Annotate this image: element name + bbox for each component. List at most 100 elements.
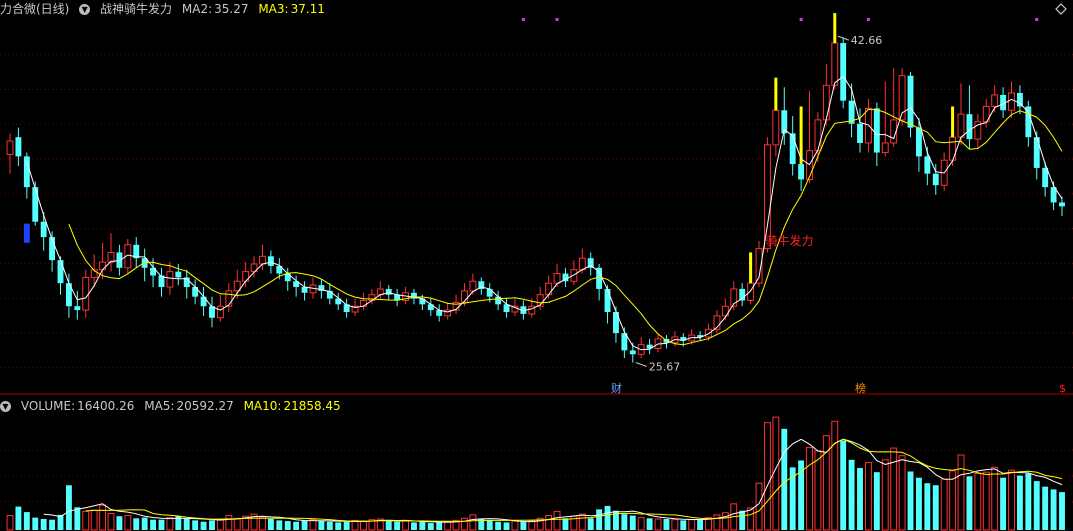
volume-bar xyxy=(343,521,350,530)
volume-bar xyxy=(713,514,721,531)
volume-bar xyxy=(974,473,982,531)
volume-bar xyxy=(150,519,157,530)
candle-body xyxy=(1016,93,1023,107)
volume-bar xyxy=(49,519,56,530)
volume-bar xyxy=(957,454,965,531)
volume-bar xyxy=(394,521,401,530)
volume-bar xyxy=(436,522,443,530)
volume-bar xyxy=(495,521,502,530)
event-mark: $ xyxy=(1059,382,1066,395)
volume-bar xyxy=(192,520,199,530)
chevron-down-icon[interactable]: ▼ xyxy=(79,4,91,15)
volume-bar xyxy=(116,516,123,530)
volume-bar xyxy=(107,512,115,531)
volume-value: 16400.26 xyxy=(77,399,135,413)
volume-bar xyxy=(1008,469,1015,531)
volume-bar xyxy=(755,482,763,531)
highlight-bar xyxy=(23,223,30,243)
volume-bar xyxy=(898,455,906,531)
candles[interactable] xyxy=(6,13,1065,363)
volume-bars[interactable] xyxy=(6,416,1065,531)
volume-bar xyxy=(763,422,771,531)
volume-bar xyxy=(578,513,586,531)
volume-bar xyxy=(604,505,611,530)
volume-label[interactable]: VOLUME: xyxy=(21,399,75,413)
kline-chart[interactable]: 42.66 25.67 骑牛发力财 榜 $ xyxy=(0,0,1073,531)
volume-bar xyxy=(57,514,64,530)
volume-bar xyxy=(697,518,704,530)
volume-bar xyxy=(402,519,409,531)
settings-diamond-icon[interactable] xyxy=(1055,3,1067,15)
volume-bar xyxy=(411,522,417,530)
volume-bar xyxy=(90,509,98,531)
candle-body xyxy=(1025,106,1032,138)
volume-bar xyxy=(654,518,662,531)
volume-bar xyxy=(284,521,291,530)
volume-bar xyxy=(520,521,527,530)
ma2-value: 35.27 xyxy=(214,2,249,16)
volume-bar xyxy=(806,446,813,531)
volume-bar xyxy=(99,504,107,531)
volume-bar xyxy=(991,466,999,531)
candle-body xyxy=(216,305,224,319)
volume-bar xyxy=(15,506,22,530)
ma10-value: 21858.45 xyxy=(283,399,341,413)
candle-body xyxy=(629,350,636,355)
volume-bar xyxy=(688,519,696,531)
candle-body xyxy=(578,257,586,271)
volume-bar xyxy=(1059,492,1065,530)
volume-bar xyxy=(427,523,434,530)
volume-bar xyxy=(881,459,889,531)
chevron-down-icon[interactable]: ▼ xyxy=(0,401,11,412)
candle-body xyxy=(267,256,274,266)
volume-bar xyxy=(621,514,628,530)
candle-body xyxy=(924,156,931,174)
volume-bar xyxy=(940,478,948,531)
volume-bar xyxy=(65,485,72,530)
candle-body xyxy=(798,164,805,180)
candle-body xyxy=(495,296,502,305)
volume-bar xyxy=(461,517,468,531)
volume-bar xyxy=(1016,475,1023,530)
volume-bar xyxy=(124,515,132,531)
volume-bar xyxy=(200,521,207,530)
ma5-value: 20592.27 xyxy=(176,399,234,413)
candle-body xyxy=(166,271,174,288)
high-price-label: 42.66 xyxy=(851,34,883,47)
candle-body xyxy=(469,280,477,292)
volume-ma10-line xyxy=(85,438,1063,522)
candle-body xyxy=(822,84,830,121)
candle-body xyxy=(596,267,603,289)
volume-bar xyxy=(1042,486,1049,530)
candle-body xyxy=(814,119,822,152)
ma3-label: MA3: xyxy=(258,2,289,16)
stock-name[interactable]: 力合微(日线) xyxy=(0,2,69,16)
volume-bar xyxy=(814,450,822,531)
volume-bar xyxy=(385,521,392,530)
candle-body xyxy=(949,136,957,161)
volume-bar xyxy=(629,515,636,530)
volume-bar xyxy=(326,521,333,530)
volume-bar xyxy=(562,518,569,530)
volume-bar xyxy=(739,510,746,530)
volume-bar xyxy=(646,518,653,530)
volume-bar xyxy=(1000,477,1007,530)
candle-body xyxy=(74,306,81,311)
low-arrow xyxy=(635,362,647,367)
ma5-label: MA5: xyxy=(144,399,175,413)
volume-bar xyxy=(158,519,165,530)
signal-dot xyxy=(521,18,525,21)
volume-bar xyxy=(209,520,215,530)
volume-bar xyxy=(1025,473,1032,530)
volume-bar xyxy=(840,440,847,530)
volume-bar xyxy=(444,521,452,531)
candle-body xyxy=(259,255,266,265)
candle-body xyxy=(15,137,22,157)
volume-bar xyxy=(166,517,174,531)
volume-bar xyxy=(318,521,325,530)
candle-body xyxy=(545,282,553,296)
signal-label: 骑牛发力 xyxy=(765,233,813,248)
volume-bar xyxy=(1033,481,1040,530)
volume-bar xyxy=(511,520,519,531)
indicator-name[interactable]: 战神骑牛发力 xyxy=(100,2,172,16)
